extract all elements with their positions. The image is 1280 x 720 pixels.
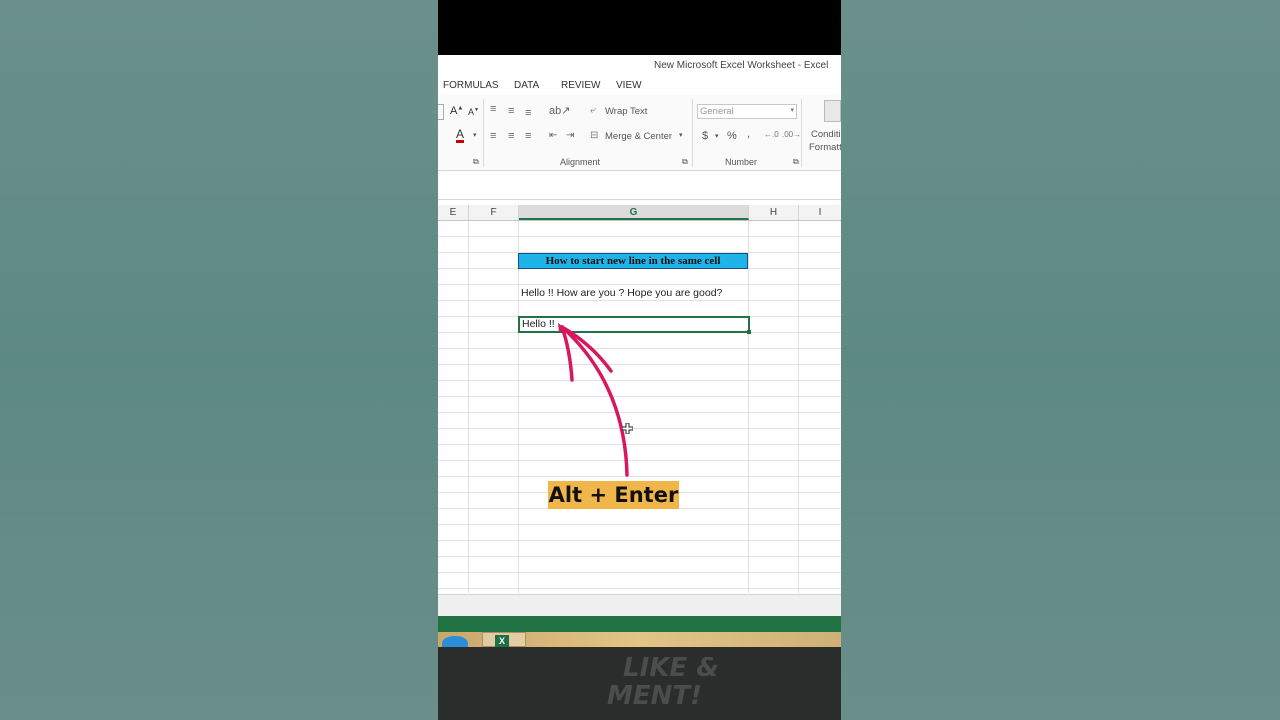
active-cell[interactable]: Hello !!: [518, 316, 751, 334]
conditional-formatting-label-2[interactable]: Formatt: [809, 142, 841, 153]
wrap-text-button[interactable]: Wrap Text: [605, 106, 647, 117]
middle-align-icon[interactable]: ≡: [508, 105, 514, 117]
cell-cursor-icon: [622, 423, 633, 434]
like-line-1: LIKE &: [623, 653, 719, 683]
decrease-indent-icon[interactable]: ⇤: [549, 130, 557, 141]
wrap-text-icon[interactable]: ⤶: [590, 105, 596, 116]
merge-center-icon[interactable]: ⊟: [590, 130, 598, 141]
orientation-icon[interactable]: ab↗: [549, 104, 570, 117]
title-cell[interactable]: How to start new line in the same cell: [518, 253, 748, 269]
column-header-f[interactable]: F: [469, 205, 519, 220]
taskbar: X: [438, 632, 841, 650]
top-align-icon[interactable]: ≡: [490, 103, 496, 115]
worksheet-grid[interactable]: [438, 221, 841, 593]
excel-icon: X: [495, 635, 509, 647]
gridline: [468, 221, 469, 593]
gridline: [518, 221, 519, 593]
ribbon: A▲ A▼ A ▾ ⧉ ≡ ≡ ≡ ab↗ ⤶ Wrap Text ≡ ≡ ≡ …: [438, 95, 841, 171]
gridline: [748, 221, 749, 593]
ribbon-separator: [483, 99, 484, 167]
merge-center-button[interactable]: Merge & Center: [605, 131, 672, 142]
status-bar: [438, 616, 841, 632]
increase-indent-icon[interactable]: ⇥: [566, 130, 574, 141]
number-dialog-launcher-icon[interactable]: ⧉: [793, 157, 799, 167]
alignment-group-label: Alignment: [560, 157, 601, 167]
column-headers: E F G H I: [438, 205, 841, 221]
excel-taskbar-button[interactable]: X: [482, 632, 526, 647]
number-format-value: General: [700, 106, 734, 117]
shrink-font-icon[interactable]: A▼: [468, 107, 479, 117]
like-comment-text: LIKE & MENT!: [607, 653, 733, 710]
percent-button[interactable]: %: [727, 130, 737, 142]
horizontal-scroll-area[interactable]: [438, 594, 841, 617]
tab-data[interactable]: DATA: [514, 80, 539, 91]
fill-handle[interactable]: [747, 330, 751, 334]
font-size-dropdown[interactable]: [438, 104, 444, 120]
active-cell-text: Hello !!: [522, 318, 555, 330]
text-cell[interactable]: Hello !! How are you ? Hope you are good…: [521, 287, 722, 299]
video-frame: New Microsoft Excel Worksheet - Excel FO…: [438, 0, 841, 720]
number-group-label: Number: [725, 157, 758, 167]
tab-formulas[interactable]: FORMULAS: [443, 80, 499, 91]
column-header-i[interactable]: I: [799, 205, 841, 220]
background-right: [841, 0, 1280, 720]
currency-dropdown-icon[interactable]: ▾: [715, 132, 719, 140]
font-dialog-launcher-icon[interactable]: ⧉: [473, 157, 479, 167]
font-color-icon[interactable]: A: [456, 128, 465, 143]
currency-button[interactable]: $: [702, 130, 708, 142]
conditional-formatting-label-1[interactable]: Conditi: [811, 129, 841, 140]
chevron-down-icon: ▾: [790, 107, 794, 114]
align-right-icon[interactable]: ≡: [525, 130, 531, 142]
formula-bar[interactable]: [438, 171, 841, 200]
increase-decimal-icon[interactable]: ←.0: [764, 130, 779, 139]
column-header-e[interactable]: E: [438, 205, 469, 220]
column-header-h[interactable]: H: [749, 205, 799, 220]
title-bar: New Microsoft Excel Worksheet - Excel: [438, 55, 841, 75]
background-left: [0, 0, 438, 720]
column-header-g[interactable]: G: [519, 205, 749, 220]
number-format-dropdown[interactable]: General ▾: [697, 104, 797, 119]
like-line-2: MENT!: [607, 681, 702, 711]
gridline: [798, 221, 799, 593]
merge-dropdown-icon[interactable]: ▾: [679, 131, 683, 139]
decrease-decimal-icon[interactable]: .00→: [782, 130, 801, 139]
ribbon-separator: [692, 99, 693, 167]
tab-review[interactable]: REVIEW: [561, 80, 600, 91]
comma-button[interactable]: ,: [747, 128, 750, 140]
grow-font-icon[interactable]: A▲: [450, 105, 463, 117]
font-color-dropdown-icon[interactable]: ▾: [473, 131, 477, 139]
tab-view[interactable]: VIEW: [616, 80, 642, 91]
excel-window: New Microsoft Excel Worksheet - Excel FO…: [438, 55, 841, 650]
ribbon-tabs: FORMULAS DATA REVIEW VIEW: [438, 75, 841, 95]
shortcut-label: Alt + Enter: [548, 481, 679, 509]
align-center-icon[interactable]: ≡: [508, 130, 514, 142]
conditional-formatting-icon[interactable]: [824, 100, 841, 122]
bottom-align-icon[interactable]: ≡: [525, 107, 531, 119]
window-title: New Microsoft Excel Worksheet - Excel: [654, 60, 829, 71]
alignment-dialog-launcher-icon[interactable]: ⧉: [682, 157, 688, 167]
ribbon-separator: [801, 99, 802, 167]
align-left-icon[interactable]: ≡: [490, 130, 496, 142]
